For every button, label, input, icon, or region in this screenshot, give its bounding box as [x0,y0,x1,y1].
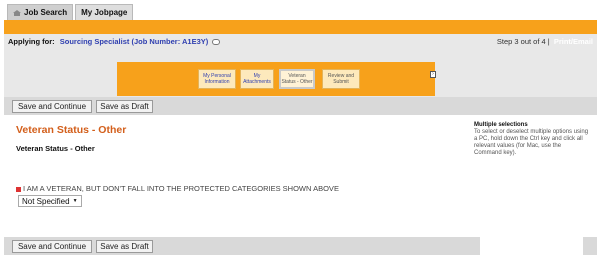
job-title-link[interactable]: Sourcing Specialist (Job Number: A1E3Y) [60,37,209,46]
wizard-next-arrow[interactable]: › [430,71,436,78]
tab-job-search-label: Job Search [24,8,68,17]
top-action-bar: Save and Continue Save as Draft [4,97,597,115]
veteran-status-select[interactable]: Not Specified ▼ [18,195,82,207]
page-title: Veteran Status - Other [16,124,127,136]
bottom-action-bar-end [583,237,597,255]
orange-header-bar [4,20,597,34]
veteran-question: I AM A VETERAN, BUT DON'T FALL INTO THE … [16,184,339,193]
top-tabs: Job Search My Jobpage [7,4,134,20]
chevron-down-icon: ▼ [72,198,78,204]
wizard-step-review-submit: Review and Submit [322,69,360,89]
save-draft-button[interactable]: Save as Draft [96,100,153,113]
step-indicator: Step 3 out of 4 | Print/Email [497,37,593,46]
save-continue-button[interactable]: Save and Continue [12,100,92,113]
wizard-step-veteran-status: Veteran Status - Other [279,69,315,89]
help-panel: Multiple selections To select or deselec… [474,122,590,157]
applying-for: Applying for: Sourcing Specialist (Job N… [8,37,221,46]
application-header: Applying for: Sourcing Specialist (Job N… [4,34,597,97]
question-label: I AM A VETERAN, BUT DON'T FALL INTO THE … [23,184,339,193]
required-icon [16,186,21,192]
save-continue-button-bottom[interactable]: Save and Continue [12,240,92,253]
print-email-link[interactable]: Print/Email [554,37,593,46]
select-value: Not Specified [22,196,70,206]
tab-my-jobpage[interactable]: My Jobpage [75,4,134,20]
wizard-step-personal-info[interactable]: My Personal Information [198,69,236,89]
save-draft-button-bottom[interactable]: Save as Draft [96,240,153,253]
section-title: Veteran Status - Other [16,144,95,153]
main-content: Veteran Status - Other Veteran Status - … [4,115,597,237]
tab-my-jobpage-label: My Jobpage [81,8,128,17]
home-icon [13,9,21,16]
tab-job-search[interactable]: Job Search [7,4,74,20]
wizard-steps: My Personal Information My Attachments V… [117,62,435,96]
wizard-step-attachments[interactable]: My Attachments [240,69,274,89]
step-text: Step 3 out of 4 | [496,37,550,46]
help-title: Multiple selections [474,122,528,128]
comment-bubble-icon[interactable] [212,39,221,46]
application-page: Job Search My Jobpage Applying for: Sour… [0,0,600,271]
help-body: To select or deselect multiple options u… [474,129,589,156]
bottom-action-bar: Save and Continue Save as Draft [4,237,480,255]
applying-label: Applying for: [8,37,55,46]
